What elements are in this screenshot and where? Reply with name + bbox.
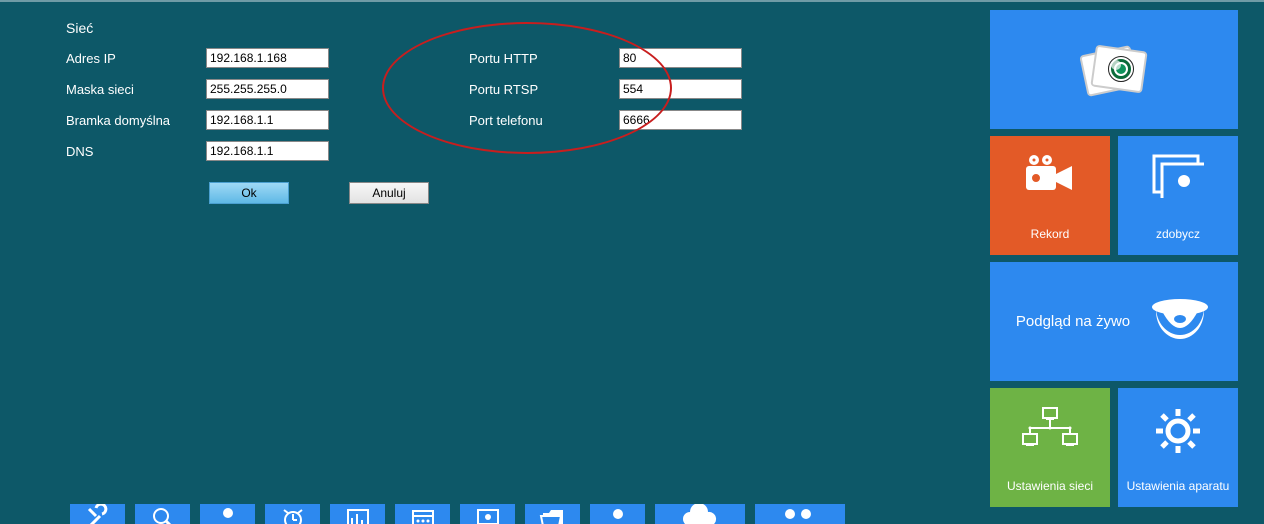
tile-capture[interactable]: zdobycz [1118,136,1238,255]
network-settings-form: Sieć Adres IP Maska sieci Bramka domyśln… [66,20,866,204]
label-gateway: Bramka domyślna [66,113,206,128]
tile-record-label: Rekord [1031,227,1070,247]
label-http-port: Portu HTTP [469,51,619,66]
cancel-button[interactable]: Anuluj [349,182,429,204]
toolbar-alarm-button[interactable] [265,504,320,524]
wrench-icon [84,504,112,524]
input-phone-port[interactable] [619,110,742,130]
toolbar-cloud-button[interactable] [655,504,745,524]
cloud-icon [678,504,722,524]
toolbar-folder-button[interactable] [525,504,580,524]
input-gateway[interactable] [206,110,329,130]
label-phone-port: Port telefonu [469,113,619,128]
input-ip[interactable] [206,48,329,68]
toolbar-team-button[interactable] [755,504,845,524]
folder-icon [539,504,567,524]
record-icon [1022,154,1078,196]
date-icon [409,504,437,524]
toolbar-tools-button[interactable] [70,504,125,524]
toolbar-date-button[interactable] [395,504,450,524]
photos-icon [1076,37,1152,103]
capture-icon [1152,154,1204,198]
tile-photos[interactable] [990,10,1238,129]
bottom-toolbar [70,504,845,524]
input-http-port[interactable] [619,48,742,68]
tile-record[interactable]: Rekord [990,136,1110,255]
tile-camera-settings[interactable]: Ustawienia aparatu [1118,388,1238,507]
tiles-panel: Rekord zdobycz Podgląd na żywo [990,10,1238,514]
network-icon [1019,406,1081,450]
tile-live[interactable]: Podgląd na żywo [990,262,1238,381]
label-ip: Adres IP [66,51,206,66]
toolbar-user-button[interactable] [200,504,255,524]
tile-camera-label: Ustawienia aparatu [1127,479,1230,499]
person-icon [604,504,632,524]
team-icon [776,504,824,524]
display-icon [474,504,502,524]
label-rtsp-port: Portu RTSP [469,82,619,97]
gear-icon [1153,406,1203,456]
input-mask[interactable] [206,79,329,99]
tile-capture-label: zdobycz [1156,227,1200,247]
tile-live-label: Podgląd na żywo [1016,313,1130,330]
toolbar-chart-button[interactable] [330,504,385,524]
user-icon [214,504,242,524]
input-rtsp-port[interactable] [619,79,742,99]
label-mask: Maska sieci [66,82,206,97]
search-icon [149,504,177,524]
tile-network-label: Ustawienia sieci [1007,479,1093,499]
toolbar-person-button[interactable] [590,504,645,524]
toolbar-search-button[interactable] [135,504,190,524]
label-dns: DNS [66,144,206,159]
section-title: Sieć [66,20,866,36]
input-dns[interactable] [206,141,329,161]
ok-button[interactable]: Ok [209,182,289,204]
toolbar-display-button[interactable] [460,504,515,524]
camera-dome-icon [1148,297,1212,347]
chart-icon [344,504,372,524]
alarm-icon [279,504,307,524]
tile-network-settings[interactable]: Ustawienia sieci [990,388,1110,507]
